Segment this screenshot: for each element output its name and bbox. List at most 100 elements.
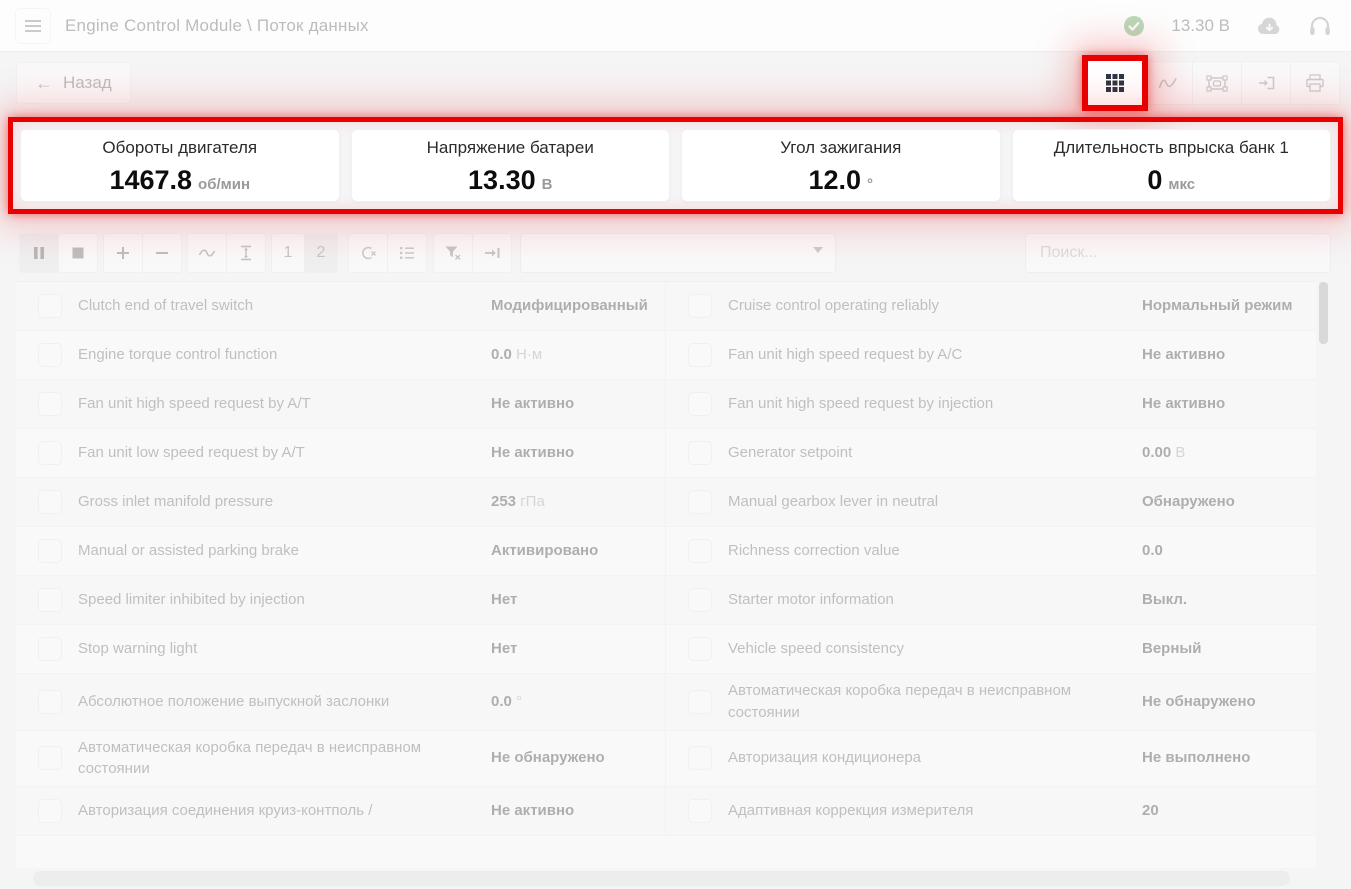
filter-clear-button[interactable]: [433, 233, 473, 273]
row-checkbox[interactable]: [688, 294, 712, 318]
table-cell-left: Авторизация соединения круиз-контполь / …: [16, 787, 666, 835]
back-button[interactable]: ← Назад: [16, 62, 131, 104]
pause-button[interactable]: [19, 233, 59, 273]
row-checkbox[interactable]: [38, 637, 62, 661]
row-checkbox[interactable]: [688, 637, 712, 661]
param-value: 0.0: [1142, 540, 1302, 562]
row-checkbox[interactable]: [38, 392, 62, 416]
table-cell-left: Manual or assisted parking brake Активир…: [16, 527, 666, 575]
row-checkbox[interactable]: [38, 441, 62, 465]
columns-1-button[interactable]: 1: [271, 233, 305, 273]
metric-unit: мкс: [1168, 176, 1195, 193]
stop-icon: [72, 247, 84, 259]
param-name: Manual gearbox lever in neutral: [728, 491, 1142, 513]
param-value: 253 гПа: [491, 491, 651, 513]
snapshot-button[interactable]: [1192, 61, 1242, 105]
param-name: Speed limiter inhibited by injection: [78, 589, 491, 611]
row-checkbox[interactable]: [38, 690, 62, 714]
metric-title: Длительность впрыска банк 1: [1054, 138, 1289, 158]
param-value: Нет: [491, 638, 651, 660]
back-button-label: Назад: [63, 73, 112, 93]
row-checkbox[interactable]: [688, 490, 712, 514]
print-button[interactable]: [1290, 61, 1340, 105]
row-checkbox[interactable]: [688, 392, 712, 416]
go-to-end-button[interactable]: [472, 233, 512, 273]
row-checkbox[interactable]: [688, 588, 712, 612]
param-value: Не активно: [491, 800, 651, 822]
metric-value: 0мкс: [1147, 167, 1195, 194]
param-value: 0.0 °: [491, 691, 651, 713]
reset-button[interactable]: [348, 233, 388, 273]
table-row: Gross inlet manifold pressure 253 гПа Ma…: [16, 478, 1316, 527]
row-checkbox[interactable]: [688, 746, 712, 770]
menu-button[interactable]: [15, 8, 51, 44]
highlight-box-grid-button: [1082, 55, 1148, 111]
table-cell-right: Cruise control operating reliably Нормал…: [666, 282, 1316, 330]
fit-height-button[interactable]: [226, 233, 266, 273]
param-value: Не активно: [1142, 344, 1302, 366]
chart-view-button[interactable]: [1143, 61, 1193, 105]
metric-value: 13.30В: [468, 167, 552, 194]
row-checkbox[interactable]: [38, 799, 62, 823]
back-arrow-icon: ←: [35, 73, 53, 94]
row-checkbox[interactable]: [688, 539, 712, 563]
pause-icon: [33, 246, 45, 260]
row-checkbox[interactable]: [688, 690, 712, 714]
zoom-in-icon: [116, 246, 130, 260]
list-button[interactable]: [387, 233, 427, 273]
table-cell-left: Автоматическая коробка передач в неиспра…: [16, 731, 666, 787]
reset-icon: [359, 245, 377, 261]
metrics-cards-row: Обороты двигателя 1467.8об/мин Напряжени…: [8, 117, 1343, 214]
row-checkbox[interactable]: [38, 490, 62, 514]
param-value: Нет: [491, 589, 651, 611]
row-checkbox[interactable]: [688, 799, 712, 823]
param-name: Starter motor information: [728, 589, 1142, 611]
param-value: Модифицированный: [491, 295, 651, 317]
metric-title: Угол зажигания: [780, 138, 901, 158]
table-cell-left: Stop warning light Нет: [16, 625, 666, 673]
breadcrumb-title: Engine Control Module \ Поток данных: [65, 16, 369, 36]
search-input[interactable]: [1025, 233, 1331, 273]
row-checkbox[interactable]: [38, 539, 62, 563]
row-checkbox[interactable]: [38, 746, 62, 770]
cloud-download-button[interactable]: [1256, 16, 1283, 36]
param-value: 0.0 Н·м: [491, 344, 651, 366]
metric-title: Обороты двигателя: [102, 138, 257, 158]
grid-view-button-active[interactable]: [1088, 61, 1142, 105]
stop-button[interactable]: [58, 233, 98, 273]
columns-2-button[interactable]: 2: [304, 233, 338, 273]
param-value: Обнаружено: [1142, 491, 1302, 513]
row-checkbox[interactable]: [688, 343, 712, 367]
row-checkbox[interactable]: [688, 441, 712, 465]
table-row: Автоматическая коробка передач в неиспра…: [16, 731, 1316, 788]
metric-card-injection-duration[interactable]: Длительность впрыска банк 1 0мкс: [1012, 129, 1332, 202]
param-name: Авторизация соединения круиз-контполь /: [78, 800, 491, 822]
param-value: 0.00 В: [1142, 442, 1302, 464]
stream-toolbar: 1 2: [20, 233, 836, 273]
param-name: Manual or assisted parking brake: [78, 540, 491, 562]
param-value: Не выполнено: [1142, 747, 1302, 769]
row-checkbox[interactable]: [38, 294, 62, 318]
parameter-select[interactable]: [520, 233, 836, 273]
table-cell-right: Автоматическая коробка передач в неиспра…: [666, 674, 1316, 730]
table-row: Engine torque control function 0.0 Н·м F…: [16, 331, 1316, 380]
zoom-out-button[interactable]: [142, 233, 182, 273]
row-checkbox[interactable]: [38, 588, 62, 612]
smooth-button[interactable]: [187, 233, 227, 273]
param-value: Не обнаружено: [491, 747, 651, 769]
zoom-in-button[interactable]: [103, 233, 143, 273]
param-name: Fan unit low speed request by A/T: [78, 442, 491, 464]
horizontal-scrollbar[interactable]: [33, 871, 1290, 886]
table-row: Fan unit low speed request by A/T Не акт…: [16, 429, 1316, 478]
metric-card-ignition-angle[interactable]: Угол зажигания 12.0°: [681, 129, 1001, 202]
param-value: Не активно: [491, 393, 651, 415]
headphones-button[interactable]: [1309, 16, 1331, 36]
vertical-scrollbar-thumb[interactable]: [1319, 282, 1328, 344]
metric-value: 12.0°: [808, 167, 873, 194]
metric-card-engine-rpm[interactable]: Обороты двигателя 1467.8об/мин: [20, 129, 340, 202]
param-name: Авторизация кондиционера: [728, 747, 1142, 769]
export-button[interactable]: [1241, 61, 1291, 105]
grid-view-icon: [1105, 73, 1125, 93]
metric-card-battery-voltage[interactable]: Напряжение батареи 13.30В: [351, 129, 671, 202]
row-checkbox[interactable]: [38, 343, 62, 367]
